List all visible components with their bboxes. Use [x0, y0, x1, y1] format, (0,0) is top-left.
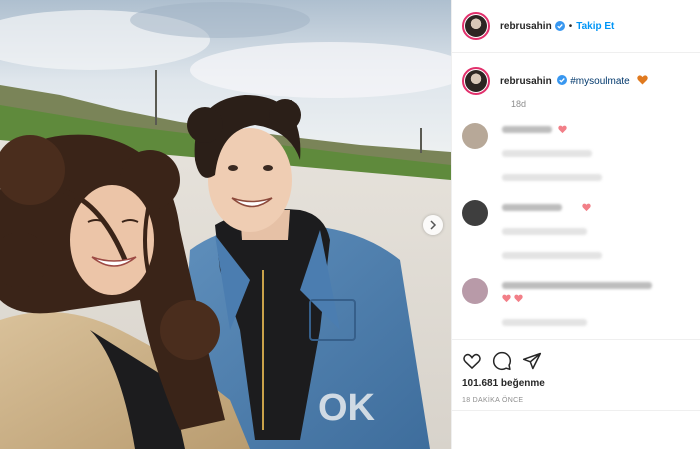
divider — [452, 410, 700, 411]
comment-avatar[interactable] — [462, 200, 488, 226]
comment-avatar[interactable] — [462, 278, 488, 304]
chevron-right-icon — [430, 220, 437, 230]
separator-dot: • — [568, 20, 573, 32]
follow-button[interactable]: Takip Et — [576, 21, 614, 32]
heart-icon — [514, 294, 523, 303]
caption: rebrusahin #mysoulmate 18d — [452, 53, 700, 109]
caption-age: 18d — [511, 99, 527, 109]
heart-icon — [502, 294, 511, 303]
heart-icon — [582, 203, 591, 212]
svg-text:OK: OK — [318, 387, 376, 429]
like-count[interactable]: 101.681 beğenme — [462, 378, 691, 389]
selfie-image: OK — [0, 0, 451, 449]
post-side-panel: rebrusahin • Takip Et rebrusahin #mysoul… — [451, 0, 700, 449]
action-bar: 101.681 beğenme 18 DAKİKA ÖNCE — [452, 339, 700, 404]
post-timestamp: 18 DAKİKA ÖNCE — [462, 397, 524, 404]
post-photo[interactable]: OK — [0, 0, 451, 449]
share-icon[interactable] — [522, 351, 542, 371]
orange-heart-emoji-icon — [636, 75, 648, 85]
caption-username[interactable]: rebrusahin — [500, 76, 552, 87]
caption-hashtag[interactable]: #mysoulmate — [570, 76, 629, 87]
verified-icon — [554, 21, 565, 31]
comment-icon[interactable] — [492, 351, 512, 371]
next-photo-button[interactable] — [423, 215, 443, 235]
author-username[interactable]: rebrusahin — [500, 21, 552, 32]
post-header: rebrusahin • Takip Et — [452, 0, 700, 53]
heart-icon — [558, 125, 567, 134]
heart-icon[interactable] — [462, 351, 482, 371]
comment-item — [462, 278, 692, 332]
author-avatar[interactable] — [462, 12, 490, 40]
comment-item — [462, 200, 692, 260]
caption-avatar[interactable] — [462, 67, 490, 95]
comment-item — [462, 123, 692, 183]
verified-icon — [557, 75, 568, 85]
comment-avatar[interactable] — [462, 123, 488, 149]
